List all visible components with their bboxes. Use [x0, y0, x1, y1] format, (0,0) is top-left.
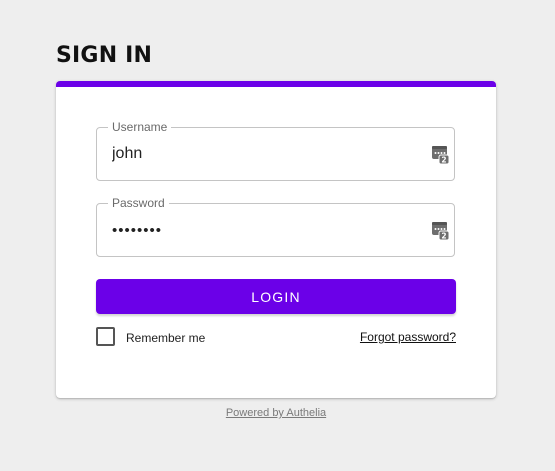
username-field[interactable]: Username 2 — [96, 119, 455, 181]
password-input[interactable] — [112, 204, 412, 256]
powered-by: Powered by Authelia — [0, 407, 552, 419]
username-input[interactable] — [112, 128, 412, 180]
svg-text:2: 2 — [441, 232, 446, 241]
remember-me-label: Remember me — [126, 331, 206, 345]
svg-text:2: 2 — [441, 156, 446, 165]
login-card: Username 2 Password — [56, 81, 496, 398]
login-button[interactable]: LOGIN — [96, 279, 456, 314]
page-title: SIGN IN — [56, 43, 153, 68]
password-manager-key-icon[interactable]: 2 — [432, 145, 450, 165]
password-manager-key-icon[interactable]: 2 — [432, 221, 450, 241]
forgot-password-link[interactable]: Forgot password? — [360, 330, 456, 344]
password-field[interactable]: Password 2 — [96, 195, 455, 257]
remember-me-checkbox[interactable] — [96, 326, 115, 346]
login-page: SIGN IN Username 2 Password — [0, 0, 555, 471]
remember-me[interactable]: Remember me — [96, 326, 205, 346]
powered-by-link[interactable]: Powered by Authelia — [226, 407, 326, 419]
